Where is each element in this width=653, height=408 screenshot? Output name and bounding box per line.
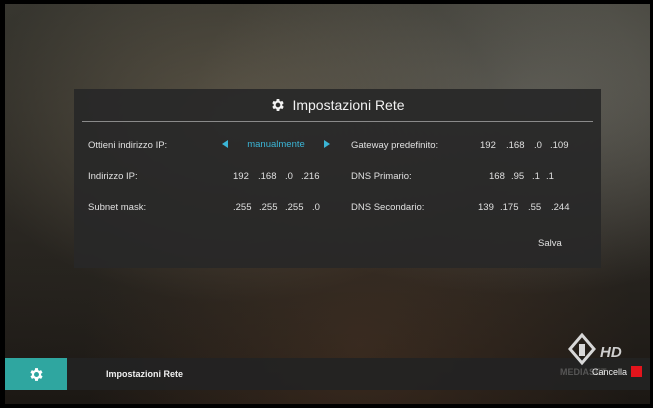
header-divider [82, 121, 593, 122]
gateway-field[interactable]: 192 .168 .0 .109 [480, 140, 572, 151]
gateway-label: Gateway predefinito: [351, 140, 439, 151]
hd-badge: HD [600, 344, 622, 361]
save-button[interactable]: Salva [534, 236, 566, 251]
network-settings-dialog: Impostazioni Rete Ottieni indirizzo IP: … [74, 89, 601, 268]
ip-address-label: Indirizzo IP: [88, 171, 138, 182]
dns-primary-octet: .95 [511, 171, 525, 182]
dns-primary-label: DNS Primario: [351, 171, 412, 182]
gateway-octet: 192 [480, 140, 496, 151]
bottom-bar: Impostazioni Rete [5, 358, 650, 390]
subnet-mask-octet: .255 [259, 202, 278, 213]
subnet-mask-field[interactable]: .255 .255 .255 .0 [233, 202, 324, 213]
dialog-title: Impostazioni Rete [292, 96, 405, 113]
dns-primary-field[interactable]: 168 .95 .1 .1 [489, 171, 558, 182]
gear-icon [272, 98, 285, 111]
ip-mode-selector[interactable]: manualmente [222, 136, 330, 152]
ip-address-field[interactable]: 192 .168 .0 .216 [233, 171, 323, 182]
subnet-mask-label: Subnet mask: [88, 202, 147, 213]
red-key-icon [631, 366, 643, 377]
arrow-right-icon[interactable] [324, 140, 330, 148]
ip-address-octet: .0 [285, 171, 293, 182]
tv-screen: Impostazioni Rete Ottieni indirizzo IP: … [5, 4, 650, 404]
dns-secondary-octet: 139 [478, 202, 494, 213]
gateway-octet: .168 [506, 140, 525, 151]
ip-address-octet: .168 [258, 171, 277, 182]
gateway-octet: .0 [534, 140, 542, 151]
dns-secondary-label: DNS Secondario: [351, 202, 425, 213]
mediaset-logo-mark [568, 332, 596, 366]
ip-address-octet: 192 [233, 171, 249, 182]
arrow-left-icon[interactable] [222, 140, 228, 148]
subnet-mask-octet: .0 [312, 202, 320, 213]
dialog-header: Impostazioni Rete [74, 89, 601, 120]
dns-primary-octet: .1 [532, 171, 540, 182]
subnet-mask-octet: .255 [233, 202, 252, 213]
dns-secondary-octet: .55 [528, 202, 542, 213]
dns-primary-octet: .1 [546, 171, 554, 182]
cancel-button[interactable]: Cancella [592, 366, 643, 377]
settings-menu-button[interactable] [5, 358, 67, 390]
section-label: Impostazioni Rete [106, 369, 184, 379]
ip-address-octet: .216 [301, 171, 320, 182]
ip-mode-label: Ottieni indirizzo IP: [88, 140, 168, 151]
cancel-label: Cancella [592, 366, 628, 377]
dns-primary-octet: 168 [489, 171, 505, 182]
dns-secondary-octet: .175 [500, 202, 519, 213]
subnet-mask-octet: .255 [285, 202, 304, 213]
dns-secondary-octet: .244 [551, 202, 570, 213]
gear-icon [29, 367, 43, 381]
dns-secondary-field[interactable]: 139 .175 .55 .244 [478, 202, 573, 213]
ip-mode-value: manualmente [247, 138, 305, 150]
gateway-octet: .109 [550, 140, 569, 151]
